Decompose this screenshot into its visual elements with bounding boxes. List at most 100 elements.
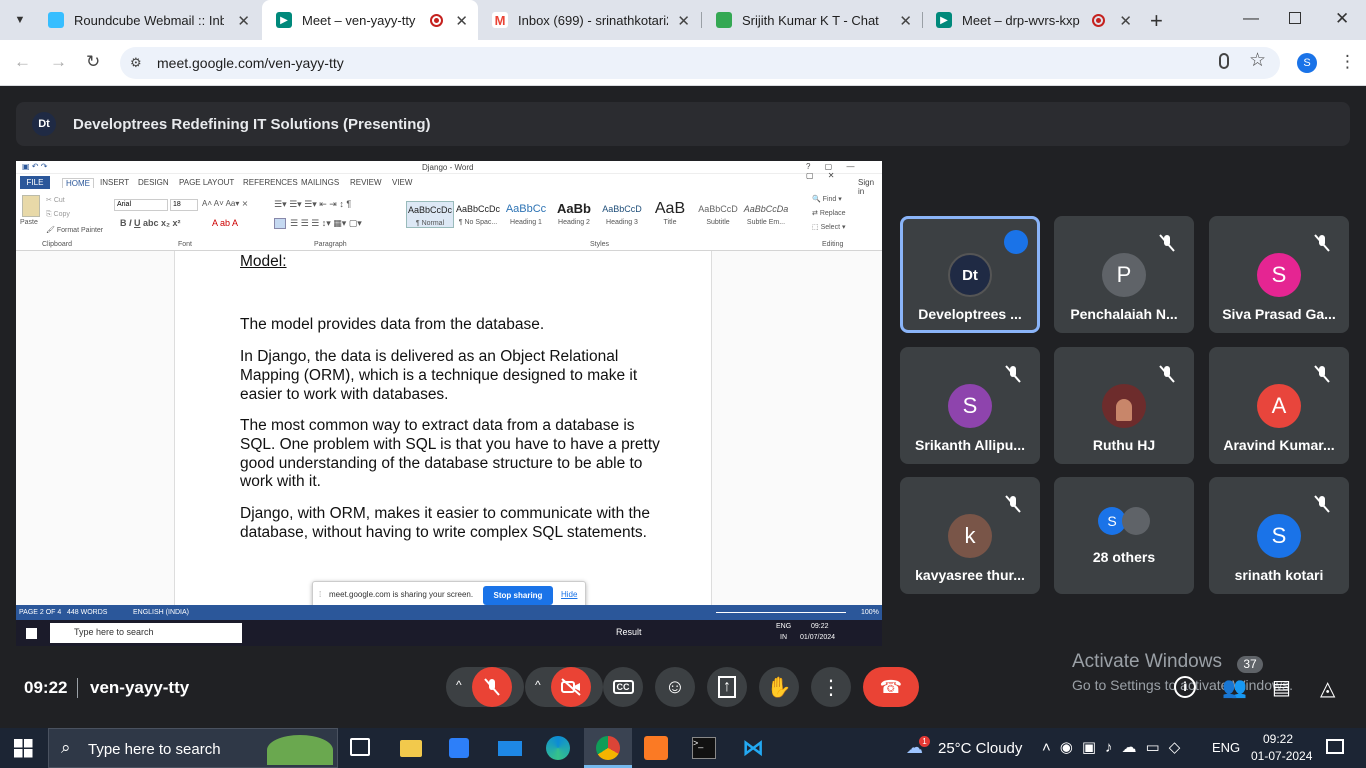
page-count[interactable]: PAGE 2 OF 4 bbox=[19, 609, 61, 616]
new-tab-plus-icon[interactable]: + bbox=[1150, 8, 1163, 34]
file-explorer-icon[interactable] bbox=[400, 740, 422, 757]
captions-button[interactable]: CC bbox=[603, 667, 643, 707]
leave-call-button[interactable]: ☎ bbox=[863, 667, 919, 707]
clock-time[interactable]: 09:22 bbox=[1263, 732, 1293, 746]
close-icon[interactable]: ✕ bbox=[455, 12, 468, 30]
tab-search-chevron-icon[interactable]: ▼ bbox=[10, 10, 30, 30]
font-grow-shrink-buttons[interactable]: A˄ A˅ Aa▾ ⨯ bbox=[202, 199, 248, 208]
ribbon-tab-file[interactable]: FILE bbox=[20, 176, 50, 189]
browser-tab-meet-2[interactable]: ▶ Meet – drp-wvrs-kxp ✕ bbox=[922, 0, 1142, 40]
close-icon[interactable]: ✕ bbox=[899, 12, 912, 30]
bookmark-star-icon[interactable]: ☆ bbox=[1249, 51, 1266, 71]
ribbon-tab-view[interactable]: VIEW bbox=[392, 178, 412, 187]
ribbon-tab-design[interactable]: DESIGN bbox=[138, 178, 169, 187]
url-text[interactable]: meet.google.com/ven-yayy-tty bbox=[157, 55, 344, 71]
browser-tab-gmail[interactable]: M Inbox (699) - srinathkotari20 ✕ bbox=[478, 0, 700, 40]
participant-tile[interactable]: Dt Developtrees ... bbox=[900, 216, 1040, 333]
xampp-icon[interactable] bbox=[644, 736, 668, 760]
participant-tile[interactable]: k kavyasree thur... bbox=[900, 477, 1040, 594]
participant-tile[interactable]: S srinath kotari bbox=[1209, 477, 1349, 594]
participant-tile[interactable]: P Penchalaiah N... bbox=[1054, 216, 1194, 333]
clock-date[interactable]: 01-07-2024 bbox=[1251, 749, 1312, 763]
style-no-spacing[interactable]: AaBbCcDc ¶ No Spac... bbox=[454, 201, 502, 226]
browser-tab-chat[interactable]: Srijith Kumar K T - Chat ✕ bbox=[702, 0, 922, 40]
style-heading-2[interactable]: AaBb Heading 2 bbox=[550, 201, 598, 226]
others-tile[interactable]: S 28 others bbox=[1054, 477, 1194, 594]
mic-toggle-button[interactable] bbox=[472, 667, 512, 707]
close-icon[interactable]: ✕ bbox=[1119, 12, 1132, 30]
paste-label[interactable]: Paste bbox=[20, 219, 38, 226]
list-buttons[interactable]: ☰▾ ☰▾ ☰▾ ⇤ ⇥ ↕ ¶ bbox=[274, 199, 351, 210]
notification-center-icon[interactable] bbox=[1326, 739, 1344, 754]
window-close-icon[interactable]: ✕ bbox=[1335, 9, 1349, 29]
participant-tile[interactable]: S Siva Prasad Ga... bbox=[1209, 216, 1349, 333]
vscode-icon[interactable]: ⋈ bbox=[742, 736, 766, 760]
paste-icon[interactable] bbox=[22, 195, 40, 217]
meeting-info-icon[interactable]: i bbox=[1174, 676, 1196, 698]
font-size-select[interactable]: 18 bbox=[170, 199, 198, 211]
language-status[interactable]: ENGLISH (INDIA) bbox=[133, 609, 189, 616]
style-title[interactable]: AaB Title bbox=[646, 201, 694, 226]
style-heading-3[interactable]: AaBbCcD Heading 3 bbox=[598, 201, 646, 226]
style-heading-1[interactable]: AaBbCc Heading 1 bbox=[502, 201, 550, 226]
stop-sharing-button[interactable]: Stop sharing bbox=[483, 586, 553, 605]
profile-avatar[interactable]: S bbox=[1297, 53, 1317, 73]
style-normal[interactable]: AaBbCcDc ¶ Normal bbox=[406, 201, 454, 228]
emoji-button[interactable]: ☺ bbox=[655, 667, 695, 707]
chat-icon[interactable]: ▤ bbox=[1272, 675, 1291, 700]
microsoft-store-icon[interactable] bbox=[449, 738, 469, 758]
cut-button[interactable]: ✂ Cut bbox=[46, 196, 65, 204]
replace-button[interactable]: ⇄ Replace bbox=[812, 209, 846, 217]
site-settings-icon[interactable]: ⚙ bbox=[130, 55, 142, 71]
microphone-icon[interactable] bbox=[1219, 53, 1229, 69]
browser-tab-meet-active[interactable]: ▶ Meet – ven-yayy-tty ✕ bbox=[262, 0, 478, 40]
forward-arrow-icon[interactable]: → bbox=[50, 52, 67, 72]
terminal-icon[interactable]: >_ bbox=[692, 737, 716, 759]
style-subtle-emphasis[interactable]: AaBbCcDa Subtle Em... bbox=[742, 201, 790, 226]
align-left-button[interactable] bbox=[274, 218, 286, 229]
minimize-icon[interactable]: — bbox=[1243, 10, 1259, 28]
find-button[interactable]: 🔍 Find ▾ bbox=[812, 195, 842, 203]
drag-handle-icon[interactable]: ⁞ bbox=[319, 590, 321, 599]
activities-icon[interactable]: ◬ bbox=[1320, 676, 1335, 701]
hide-link[interactable]: Hide bbox=[561, 590, 577, 599]
zoom-level[interactable]: 100% bbox=[861, 609, 879, 616]
document-page[interactable]: Model: The model provides data from the … bbox=[174, 251, 712, 605]
close-icon[interactable]: ✕ bbox=[677, 12, 690, 30]
ribbon-tab-page-layout[interactable]: PAGE LAYOUT bbox=[179, 178, 234, 187]
chrome-taskbar-button[interactable] bbox=[584, 728, 632, 768]
back-arrow-icon[interactable]: ← bbox=[14, 52, 31, 72]
format-painter-button[interactable]: 🖌 Format Painter bbox=[46, 226, 103, 234]
ribbon-tab-mailings[interactable]: MAILINGS bbox=[301, 178, 339, 187]
word-count[interactable]: 448 WORDS bbox=[67, 609, 107, 616]
mail-icon[interactable] bbox=[498, 741, 522, 756]
font-color-buttons[interactable]: A ab A bbox=[212, 218, 238, 228]
ribbon-tab-home[interactable]: HOME bbox=[62, 178, 94, 188]
zoom-slider[interactable] bbox=[716, 612, 846, 613]
address-bar[interactable]: ⚙ meet.google.com/ven-yayy-tty bbox=[120, 47, 1280, 79]
browser-tab-roundcube[interactable]: Roundcube Webmail :: Inbox ✕ bbox=[34, 0, 260, 40]
word-sign-in[interactable]: Sign in bbox=[858, 178, 882, 196]
style-subtitle[interactable]: AaBbCcD Subtitle bbox=[694, 201, 742, 226]
edge-icon[interactable] bbox=[546, 736, 570, 760]
participant-tile[interactable]: Ruthu HJ bbox=[1054, 347, 1194, 464]
align-buttons[interactable]: ☰ ☰ ☰ ↕▾ ▦▾ ▢▾ bbox=[290, 218, 362, 229]
ribbon-tab-insert[interactable]: INSERT bbox=[100, 178, 129, 187]
system-tray-icons[interactable]: ˄◉▣♪☁▭◇ bbox=[1042, 738, 1189, 756]
chevron-up-icon[interactable]: ^ bbox=[535, 678, 541, 692]
restore-icon[interactable] bbox=[1289, 12, 1301, 24]
font-name-select[interactable]: Arial bbox=[114, 199, 168, 211]
select-button[interactable]: ⬚ Select ▾ bbox=[812, 223, 846, 231]
participant-tile[interactable]: A Aravind Kumar... bbox=[1209, 347, 1349, 464]
quick-access-save-icon[interactable]: ▣ ↶ ↷ bbox=[22, 162, 47, 171]
task-view-icon[interactable] bbox=[350, 738, 370, 756]
input-language[interactable]: ENG bbox=[1212, 740, 1240, 755]
people-icon[interactable]: 👥 bbox=[1222, 675, 1247, 700]
raise-hand-button[interactable]: ✋ bbox=[759, 667, 799, 707]
ribbon-tab-references[interactable]: REFERENCES bbox=[243, 178, 298, 187]
weather-text[interactable]: 25°C Cloudy bbox=[938, 740, 1022, 757]
present-button[interactable]: ↑ bbox=[707, 667, 747, 707]
close-icon[interactable]: ✕ bbox=[237, 12, 250, 30]
font-format-buttons[interactable]: B I U abc x₂ x² bbox=[120, 218, 181, 228]
windows-start-icon[interactable] bbox=[14, 739, 33, 758]
